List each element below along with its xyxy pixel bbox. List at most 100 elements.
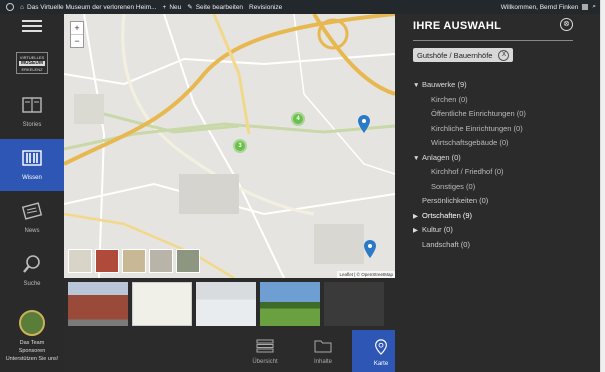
sidebar-item-stories[interactable]: Stories: [0, 86, 64, 138]
sidebar-item-news[interactable]: News: [0, 192, 64, 244]
photo-thumbnail[interactable]: [260, 282, 320, 326]
tree-item[interactable]: Kirchliche Einrichtungen (0): [413, 122, 593, 137]
team-label[interactable]: Das Team: [0, 339, 64, 347]
layer-thumb[interactable]: [95, 249, 119, 273]
museum-logo[interactable]: VIRTUELLES MUSEUM ERKELENZ: [16, 52, 48, 74]
tab-label: Übersicht: [252, 359, 278, 365]
admin-edit-link[interactable]: ✎ Seite bearbeiten: [187, 3, 244, 12]
filter-chip-label: Gutshöfe / Bauernhöfe: [417, 50, 493, 60]
logo-line-bottom: ERKELENZ: [21, 67, 43, 72]
page-scrollbar[interactable]: [600, 0, 605, 372]
site-name: Das Virtuelle Museum der verlorenen Heim…: [26, 3, 157, 11]
panel-title: IHRE AUSWAHL: [413, 20, 502, 32]
crest-icon: [19, 310, 45, 336]
sidebar-item-label: Suche: [23, 281, 41, 287]
map-pin-icon: [375, 339, 387, 355]
selection-panel: IHRE AUSWAHL ⊗ Gutshöfe / Bauernhöfe X ▼…: [395, 14, 600, 372]
home-icon: ⌂: [20, 3, 24, 11]
hamburger-menu-icon[interactable]: [22, 20, 42, 32]
map-layer-switcher: [68, 249, 200, 273]
marker-cluster[interactable]: 4: [291, 112, 305, 126]
map-pin-icon[interactable]: [364, 240, 376, 258]
team-link[interactable]: Das Team Sponsoren Unterstützen Sie uns!: [0, 310, 64, 363]
pencil-icon: ✎: [187, 4, 193, 11]
close-icon[interactable]: ⊗: [560, 18, 573, 31]
remove-filter-button[interactable]: X: [498, 49, 510, 61]
tree-item[interactable]: Kirchen (0): [413, 93, 593, 108]
tree-item-ortschaften[interactable]: ▶ Ortschaften (9): [413, 209, 593, 224]
revisionize-label: Revisionize: [249, 3, 283, 11]
plus-icon: +: [162, 3, 167, 11]
sidebar-item-label: Wissen: [22, 175, 42, 181]
caret-down-icon[interactable]: ▼: [413, 79, 422, 94]
newspaper-icon: [21, 202, 43, 220]
tree-item[interactable]: Landschaft (0): [413, 238, 593, 253]
marker-cluster[interactable]: 3: [233, 139, 247, 153]
photo-thumbnail[interactable]: [132, 282, 192, 326]
photo-thumbnail[interactable]: [324, 282, 384, 326]
caret-right-icon[interactable]: ▶: [413, 224, 422, 239]
caret-down-icon[interactable]: ▼: [413, 152, 422, 167]
photo-thumbnail[interactable]: [68, 282, 128, 326]
app-frame: ⌂ Das Virtuelle Museum der verlorenen He…: [0, 0, 605, 372]
photo-thumbnail[interactable]: [196, 282, 256, 326]
edit-label: Seite bearbeiten: [195, 3, 244, 11]
search-icon: [23, 255, 40, 273]
view-tabs: Übersicht Inhalte Karte: [236, 330, 410, 372]
admin-bar: ⌂ Das Virtuelle Museum der verlorenen He…: [0, 0, 600, 14]
photo-strip: [64, 278, 395, 330]
tree-label: Bauwerke: [422, 80, 456, 89]
tree-label: Anlagen: [422, 152, 450, 162]
tree-count: (0): [443, 225, 453, 234]
sidebar-item-suche[interactable]: Suche: [0, 245, 64, 297]
cluster-count: 4: [293, 114, 303, 124]
sidebar-item-wissen[interactable]: Wissen: [0, 139, 64, 191]
tree-item[interactable]: Kirchhof / Friedhof (0): [413, 165, 593, 180]
map-tiles: [64, 14, 395, 278]
sidebar-item-label: Stories: [22, 122, 42, 128]
tree-item[interactable]: Öffentliche Einrichtungen (0): [413, 107, 593, 122]
map-view[interactable]: + − 4 3 Leaflet | © OpenStreetMap: [64, 14, 395, 278]
welcome-text[interactable]: Willkommen, Bernd Finken: [501, 4, 579, 11]
sidebar: VIRTUELLES MUSEUM ERKELENZ Stories Wisse…: [0, 14, 64, 372]
tab-uebersicht[interactable]: Übersicht: [236, 330, 294, 372]
tree-count: (9): [457, 80, 467, 89]
tree-item-bauwerke[interactable]: ▼ Bauwerke (9): [413, 78, 593, 93]
category-tree: ▼ Bauwerke (9) Kirchen (0) Öffentliche Ei…: [413, 78, 593, 252]
search-icon[interactable]: ⌕: [592, 3, 596, 11]
tab-label: Inhalte: [313, 359, 332, 365]
admin-revisionize-link[interactable]: Revisionize: [249, 4, 282, 11]
tree-item[interactable]: Sonstiges (0): [413, 180, 593, 195]
layer-thumb[interactable]: [122, 249, 146, 273]
layer-thumb[interactable]: [176, 249, 200, 273]
admin-home-link[interactable]: ⌂ Das Virtuelle Museum der verlorenen He…: [20, 4, 157, 11]
new-label: Neu: [169, 3, 182, 11]
tree-item-anlagen[interactable]: ▼ Anlagen (0): [413, 151, 593, 166]
tree-item[interactable]: Persönlichkeiten (0): [413, 194, 593, 209]
zoom-in-button[interactable]: +: [71, 22, 83, 34]
filter-chip[interactable]: Gutshöfe / Bauernhöfe X: [413, 48, 514, 62]
list-icon: [256, 339, 274, 353]
avatar[interactable]: [582, 4, 589, 10]
tree-item-kultur[interactable]: ▶ Kultur (0): [413, 223, 593, 238]
tree-count: (9): [462, 210, 473, 220]
divider: [413, 40, 573, 41]
zoom-out-button[interactable]: −: [71, 34, 83, 47]
tree-item[interactable]: Wirtschaftsgebäude (0): [413, 136, 593, 151]
zoom-control: + −: [70, 21, 84, 48]
caret-right-icon[interactable]: ▶: [413, 210, 422, 225]
layer-thumb[interactable]: [68, 249, 92, 273]
tab-inhalte[interactable]: Inhalte: [294, 330, 352, 372]
tree-label: Ortschaften: [422, 210, 461, 220]
sponsors-label[interactable]: Sponsoren: [0, 347, 64, 355]
tree-label: Kultur: [422, 225, 442, 234]
admin-new-link[interactable]: + Neu: [163, 4, 182, 11]
logo-line-mid: MUSEUM: [19, 60, 45, 66]
support-label[interactable]: Unterstützen Sie uns!: [0, 355, 64, 363]
cluster-count: 3: [235, 141, 245, 151]
tree-count: (0): [451, 152, 461, 162]
layer-thumb[interactable]: [149, 249, 173, 273]
wordpress-logo-icon[interactable]: [6, 3, 14, 11]
map-pin-icon[interactable]: [358, 115, 370, 133]
map-attribution[interactable]: Leaflet | © OpenStreetMap: [337, 271, 395, 278]
